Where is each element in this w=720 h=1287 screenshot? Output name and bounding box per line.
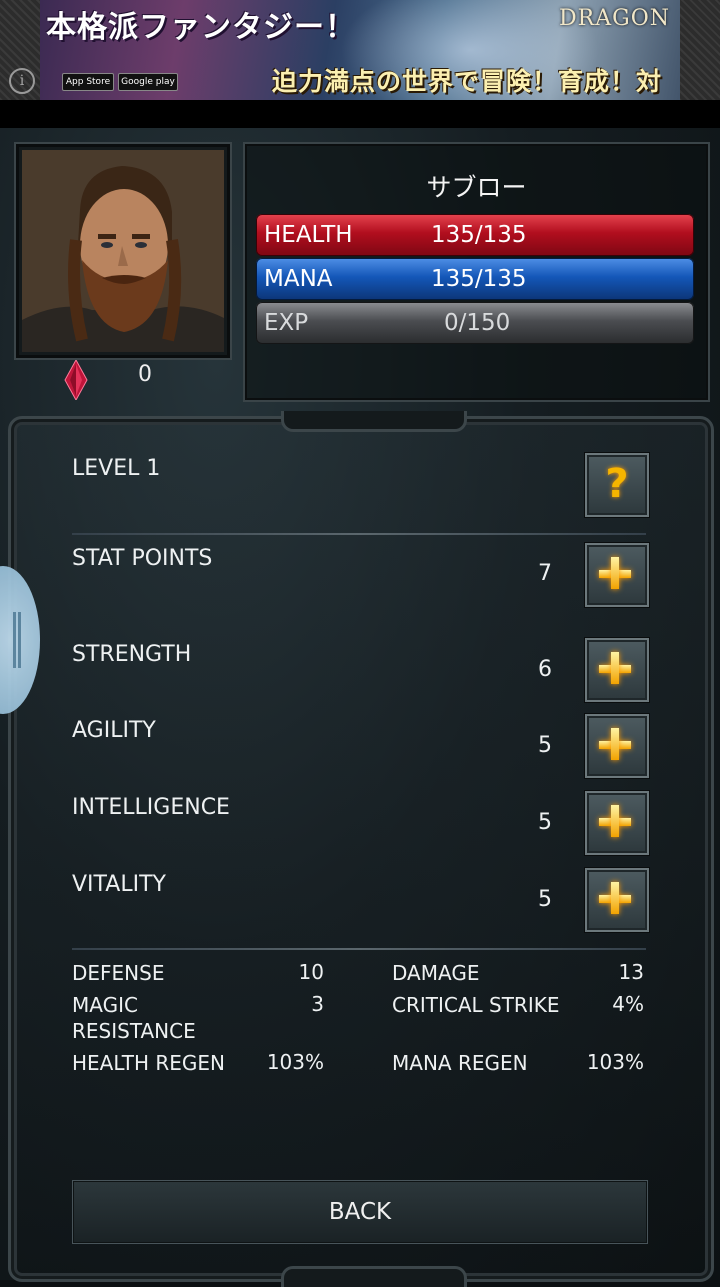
ad-tagline: 迫力満点の世界で冒険！育成！対戦！ (272, 67, 663, 96)
vitality-label: VITALITY (72, 872, 166, 897)
critical-strike-value: 4% (612, 992, 644, 1016)
ad-banner[interactable]: 本格派ファンタジー！ DRAGON App Store Google play … (40, 0, 680, 100)
gem-icon (64, 360, 88, 400)
hero-portrait (22, 150, 224, 352)
help-icon: ? (605, 461, 629, 507)
help-button[interactable]: ? (585, 453, 649, 517)
damage-value: 13 (618, 960, 644, 984)
health-regen-value: 103% (266, 1050, 324, 1074)
character-name: サブロー (426, 173, 527, 202)
health-value: 135/135 (431, 222, 527, 248)
strength-label: STRENGTH (72, 642, 192, 667)
agility-value: 5 (538, 733, 552, 758)
agility-label: AGILITY (72, 718, 156, 743)
level-label: LEVEL 1 (72, 456, 161, 481)
ad-google-play-badge[interactable]: Google play (118, 73, 178, 91)
health-regen-label: HEALTH REGEN (72, 1051, 225, 1075)
stat-points-label: STAT POINTS (72, 546, 213, 571)
gem-count: 0 (138, 362, 152, 387)
add-vitality-button[interactable] (585, 868, 649, 932)
critical-strike-label: CRITICAL STRIKE (392, 993, 560, 1017)
info-icon[interactable]: i (9, 68, 35, 94)
add-stat-points-button[interactable] (585, 543, 649, 607)
frame-ornament-bottom (281, 1266, 467, 1287)
frame-ornament-top (281, 411, 467, 432)
stat-points-value: 7 (538, 561, 552, 586)
grip-line (13, 612, 16, 668)
ad-logo: DRAGON (559, 6, 670, 31)
health-bar: HEALTH 135/135 (256, 214, 694, 256)
mana-bar: MANA 135/135 (256, 258, 694, 300)
health-label: HEALTH (264, 222, 353, 248)
grip-line (18, 612, 21, 668)
divider (72, 948, 646, 950)
magic-resistance-value: 3 (311, 992, 324, 1016)
ad-app-store-badge[interactable]: App Store (62, 73, 114, 91)
divider (72, 533, 646, 535)
vitality-value: 5 (538, 887, 552, 912)
portrait-frame (14, 142, 232, 360)
ad-headline: 本格派ファンタジー！ (46, 10, 356, 45)
character-info-panel: サブロー HEALTH 135/135 MANA 135/135 EXP 0/1… (243, 142, 710, 402)
exp-label: EXP (264, 310, 309, 336)
add-strength-button[interactable] (585, 638, 649, 702)
top-bar (0, 100, 720, 128)
mana-value: 135/135 (431, 266, 527, 292)
defense-value: 10 (298, 960, 324, 984)
intelligence-value: 5 (538, 810, 552, 835)
damage-label: DAMAGE (392, 961, 480, 985)
strength-value: 6 (538, 657, 552, 682)
exp-value: 0/150 (444, 310, 511, 336)
add-agility-button[interactable] (585, 714, 649, 778)
defense-label: DEFENSE (72, 961, 165, 985)
mana-label: MANA (264, 266, 333, 292)
add-intelligence-button[interactable] (585, 791, 649, 855)
back-button[interactable]: BACK (72, 1180, 648, 1244)
magic-resistance-label: MAGIC RESISTANCE (72, 993, 196, 1043)
mana-regen-label: MANA REGEN (392, 1051, 528, 1075)
mana-regen-value: 103% (586, 1050, 644, 1074)
exp-bar: EXP 0/150 (256, 302, 694, 344)
intelligence-label: INTELLIGENCE (72, 795, 230, 820)
